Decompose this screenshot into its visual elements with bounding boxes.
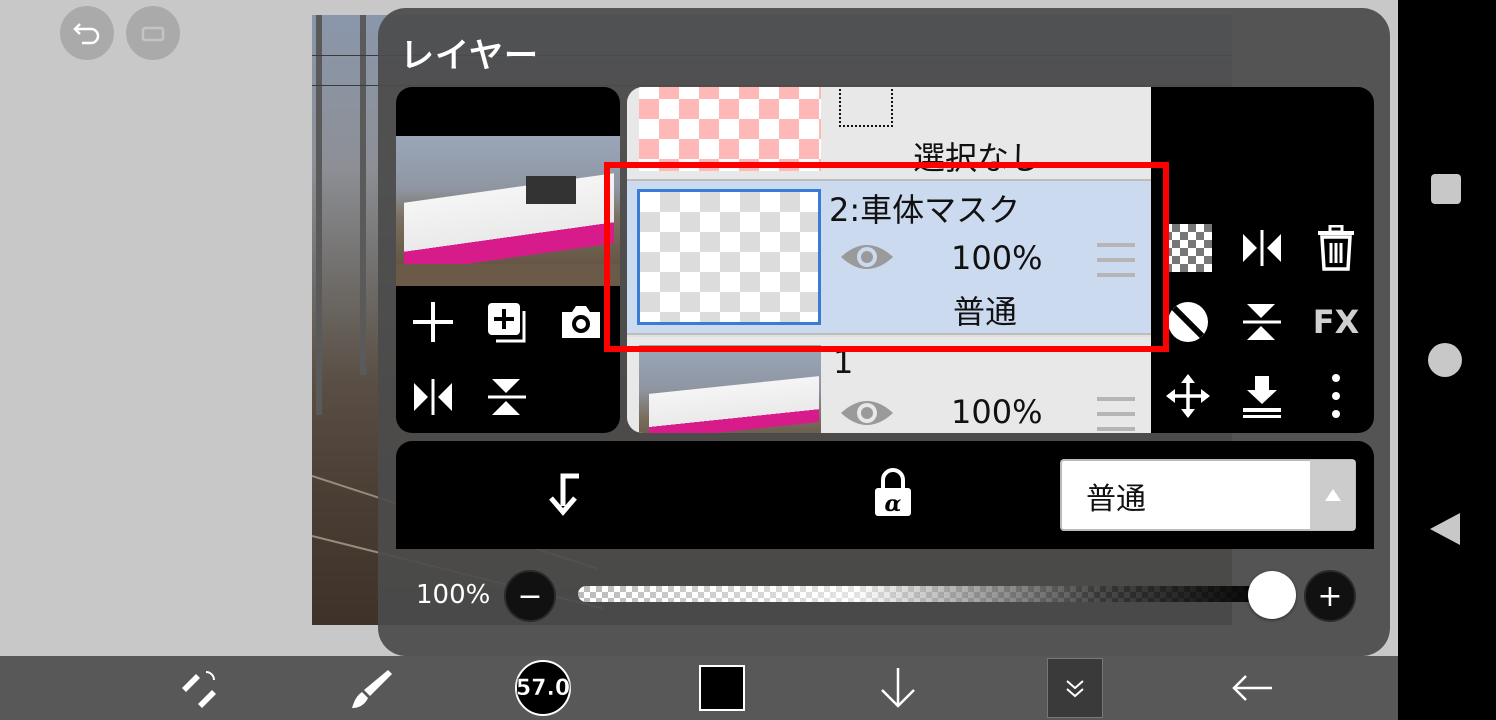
brush-size-button[interactable]: 57.0 <box>512 658 574 718</box>
flip-horizontal-button[interactable] <box>408 372 458 422</box>
highlight-annotation <box>604 162 1169 352</box>
flip-vertical-icon <box>488 379 526 415</box>
flip-vertical-button[interactable] <box>482 372 532 422</box>
redo-button[interactable] <box>126 6 180 60</box>
opacity-decrease-button[interactable]: − <box>504 570 556 622</box>
camera-icon <box>562 306 600 338</box>
back-button[interactable] <box>1222 658 1282 718</box>
double-chevron-down-icon <box>1066 680 1084 698</box>
train-image <box>649 376 819 433</box>
blend-mode-dropdown-button[interactable] <box>1310 460 1355 530</box>
duplicate-layer-icon <box>488 303 526 343</box>
layer-thumbnail <box>639 345 821 433</box>
color-button[interactable] <box>696 658 748 718</box>
add-layer-button[interactable] <box>408 297 458 347</box>
opacity-slider[interactable] <box>578 586 1272 602</box>
flip-horizontal-icon <box>414 379 452 415</box>
caret-up-icon <box>1324 489 1341 501</box>
flip-horizontal-icon <box>1243 230 1281 266</box>
delete-layer-button[interactable] <box>1306 218 1366 278</box>
flip-horizontal-layer-button[interactable] <box>1232 218 1292 278</box>
move-icon <box>1166 374 1210 418</box>
merge-down-button[interactable] <box>1232 366 1292 426</box>
system-back-button[interactable] <box>1428 511 1462 551</box>
more-icon <box>1332 374 1340 418</box>
pole <box>360 15 366 375</box>
track-bed <box>396 264 620 286</box>
move-layer-button[interactable] <box>1158 366 1218 426</box>
download-button[interactable] <box>868 658 928 718</box>
alpha-lock-icon: α <box>875 468 911 517</box>
pole <box>316 15 322 415</box>
alpha-lock-button[interactable]: α <box>868 468 918 518</box>
home-button[interactable] <box>1428 343 1462 377</box>
undo-button[interactable] <box>60 6 114 60</box>
train-image <box>404 173 614 273</box>
camera-button[interactable] <box>556 297 606 347</box>
svg-text:α: α <box>885 491 902 517</box>
layer-opacity: 100% <box>951 393 1043 431</box>
pen-eraser-swap-icon <box>182 671 216 708</box>
layer-thumbnail <box>639 87 821 171</box>
flip-vertical-layer-button[interactable] <box>1232 292 1292 352</box>
clipping-button[interactable] <box>538 468 588 518</box>
fx-button[interactable]: FX <box>1306 292 1366 352</box>
mask-icon <box>1168 302 1208 342</box>
opacity-value: 100% <box>416 580 491 610</box>
undo-icon <box>73 23 100 45</box>
transform-tool-button[interactable] <box>168 658 228 718</box>
triangle-back-icon <box>1430 513 1460 545</box>
clipping-arrow-icon <box>549 473 579 516</box>
arrow-left-icon <box>1232 675 1272 701</box>
menu-toggle-button[interactable] <box>1047 658 1103 718</box>
opacity-increase-button[interactable]: + <box>1304 570 1356 622</box>
arrow-down-icon <box>881 668 915 708</box>
more-options-button[interactable] <box>1306 366 1366 426</box>
recent-apps-button[interactable] <box>1431 174 1461 204</box>
blend-mode-value: 普通 <box>1086 482 1146 517</box>
merge-down-icon <box>1243 376 1281 418</box>
brush-icon <box>352 670 392 708</box>
opacity-slider-thumb[interactable] <box>1248 571 1296 619</box>
brush-size-label: 57.0 <box>515 675 571 701</box>
plus-icon <box>413 302 453 342</box>
redo-icon <box>141 26 165 42</box>
transparency-icon <box>1164 224 1212 272</box>
eye-icon[interactable] <box>839 395 895 431</box>
canvas-preview-thumbnail[interactable] <box>396 136 620 286</box>
flip-vertical-icon <box>1243 304 1281 340</box>
brush-size-indicator: 57.0 <box>515 660 571 716</box>
panel-title: レイヤー <box>400 36 539 76</box>
trash-icon <box>1318 225 1354 271</box>
brush-tool-button[interactable] <box>342 658 402 718</box>
selection-icon <box>839 87 893 127</box>
drag-handle-icon[interactable] <box>1097 397 1135 431</box>
duplicate-layer-button[interactable] <box>482 297 532 347</box>
color-swatch <box>699 665 745 711</box>
train-window <box>526 176 576 204</box>
